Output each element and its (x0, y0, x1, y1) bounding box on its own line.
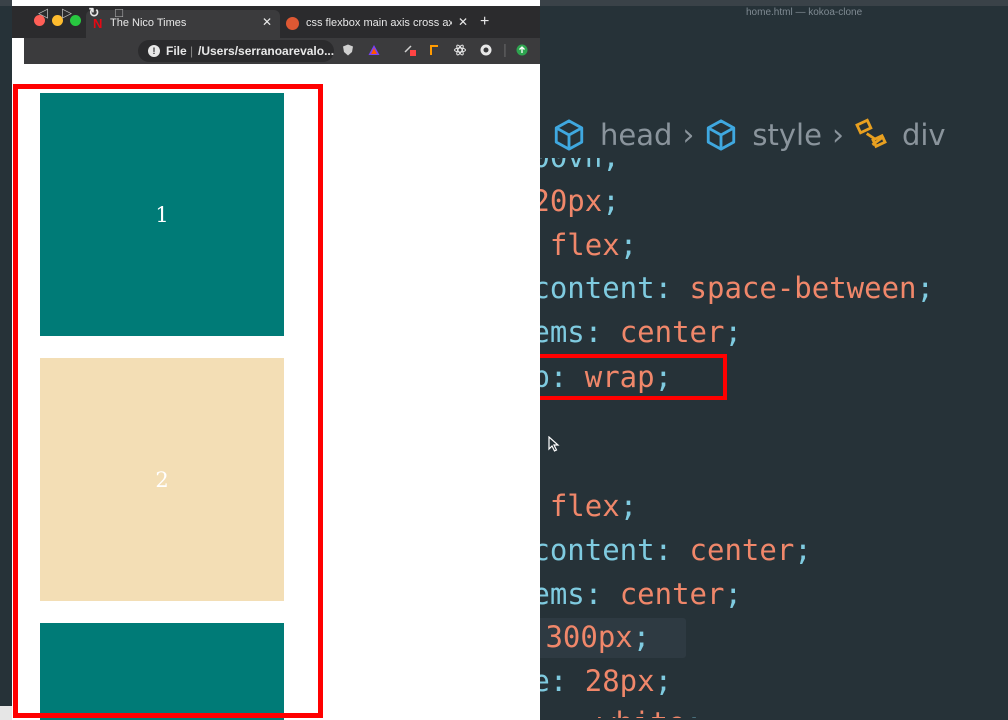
cube-icon (554, 119, 584, 151)
url-scheme: File (166, 44, 187, 58)
green-dot-icon[interactable] (516, 44, 528, 56)
chevron-right-icon: › (682, 117, 695, 153)
mouse-cursor-icon (548, 436, 560, 452)
breadcrumb-item-style[interactable]: style (752, 118, 822, 152)
bookmark-icon[interactable]: □ (112, 4, 126, 22)
circle-icon[interactable] (480, 44, 492, 56)
brave-shield-icon[interactable] (342, 44, 354, 56)
breadcrumb-item-head[interactable]: head (600, 118, 672, 152)
brave-rewards-icon[interactable] (368, 44, 380, 56)
pen-icon[interactable] (404, 44, 416, 56)
forward-icon[interactable]: ▷ (60, 4, 74, 22)
reload-icon[interactable]: ↻ (86, 4, 102, 22)
element-icon (855, 118, 887, 149)
url-path: /Users/serranoarevalo... (198, 44, 335, 58)
close-tab-icon[interactable]: ✕ (458, 15, 468, 29)
url-separator: | (190, 44, 194, 58)
flag-icon[interactable] (428, 44, 440, 56)
close-tab-icon[interactable]: ✕ (262, 15, 272, 29)
code-line[interactable]: ·300px; (528, 620, 650, 654)
tab-title: The Nico Times (110, 17, 187, 29)
flex-container-highlight-box (13, 84, 323, 718)
breadcrumb: › head › style › div (520, 112, 946, 158)
tab-css-flexbox[interactable]: css flexbox main axis cross axis ✕ (282, 10, 476, 38)
desktop-edge (0, 706, 12, 720)
cube-icon (707, 119, 736, 151)
toolbar-divider: | (503, 41, 507, 57)
react-icon[interactable] (454, 44, 466, 56)
chevron-right-icon: › (831, 117, 844, 153)
editor-window-title: home.html — kokoa-clone (746, 7, 863, 18)
code-line[interactable]: white; (598, 706, 703, 718)
duckduckgo-icon (286, 17, 299, 30)
back-icon[interactable]: ◁ (36, 4, 50, 22)
new-tab-button[interactable]: + (480, 13, 489, 31)
info-icon[interactable]: ! (148, 45, 160, 57)
tab-title: css flexbox main axis cross axis (306, 17, 452, 29)
code-line[interactable]: fy-content: space-between; (480, 271, 934, 305)
breadcrumb-item-div[interactable]: div (902, 118, 946, 152)
